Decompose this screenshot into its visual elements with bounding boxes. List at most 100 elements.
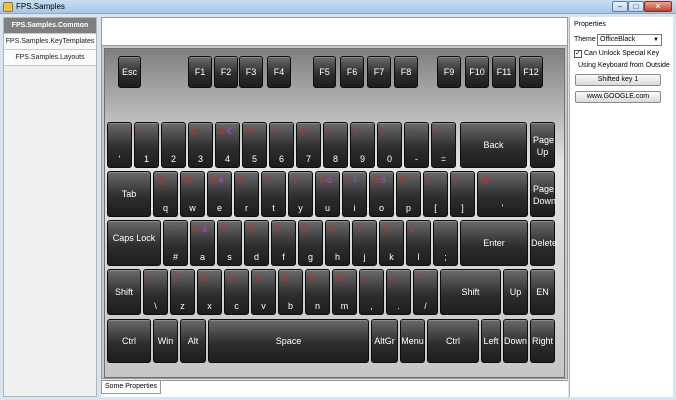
key-win[interactable]: Win xyxy=(153,319,178,363)
key-char[interactable]: Uú u xyxy=(315,171,340,217)
key-char[interactable]: Jj xyxy=(352,220,377,266)
sidebar-item-layouts[interactable]: FPS.Samples.Layouts xyxy=(4,50,96,66)
key-char[interactable]: Ll xyxy=(406,220,431,266)
key-char[interactable]: _ - xyxy=(404,122,429,168)
key-char[interactable]: Tt xyxy=(261,171,286,217)
key-char[interactable]: Nn xyxy=(305,269,330,315)
key-f12[interactable]: F12 xyxy=(519,56,543,88)
close-button[interactable]: ✕ xyxy=(644,1,672,12)
key-char[interactable]: Ww xyxy=(180,171,205,217)
key-char[interactable]: ~ # xyxy=(163,220,188,266)
key-char[interactable]: Ií i xyxy=(342,171,367,217)
key-char[interactable]: Hh xyxy=(325,220,350,266)
key-char[interactable]: + = xyxy=(431,122,456,168)
unlock-special-key-checkbox[interactable]: ✓ xyxy=(574,50,582,58)
key-f1[interactable]: F1 xyxy=(188,56,212,88)
key-f2[interactable]: F2 xyxy=(214,56,238,88)
key-f6[interactable]: F6 xyxy=(340,56,364,88)
key-caps-lock[interactable]: Caps Lock xyxy=(107,220,161,266)
key-back[interactable]: Back xyxy=(460,122,527,168)
maximize-button[interactable]: □ xyxy=(628,1,644,12)
key-page-up[interactable]: Page Up xyxy=(530,122,555,168)
key-ctrl[interactable]: Ctrl xyxy=(107,319,151,363)
key-shift-label: £ xyxy=(192,126,198,136)
key-char[interactable]: <, xyxy=(359,269,384,315)
sidebar-item-common[interactable]: FPS.Samples.Common xyxy=(4,18,96,34)
key-right[interactable]: Right xyxy=(530,319,555,363)
key-f11[interactable]: F11 xyxy=(492,56,516,88)
key-char[interactable]: " ' xyxy=(107,122,132,168)
key-char[interactable]: {[ xyxy=(423,171,448,217)
key-enter[interactable]: Enter xyxy=(460,220,528,266)
shifted-key-button[interactable]: Shifted key 1 xyxy=(575,74,661,86)
window-title: FPS.Samples xyxy=(16,2,65,11)
key-char[interactable]: $ €4 xyxy=(215,122,240,168)
key-alt[interactable]: Alt xyxy=(180,319,206,363)
key-char[interactable]: % 5 xyxy=(242,122,267,168)
key-page-down[interactable]: Page Down xyxy=(530,171,556,217)
google-button[interactable]: www.GOOGLE.com xyxy=(575,91,661,103)
key-char[interactable]: Mm xyxy=(332,269,357,315)
key-char[interactable]: Ff xyxy=(271,220,296,266)
key-char[interactable]: Aá a xyxy=(190,220,215,266)
key-delete[interactable]: Delete xyxy=(530,220,557,266)
key-f10[interactable]: F10 xyxy=(465,56,489,88)
theme-select[interactable]: OfficeBlack ▼ xyxy=(597,34,662,46)
sidebar-item-keytemplates[interactable]: FPS.Samples.KeyTemplates xyxy=(4,34,96,50)
key-en[interactable]: EN xyxy=(530,269,555,315)
key-label: Ctrl xyxy=(122,336,136,346)
key-char[interactable]: Xx xyxy=(197,269,222,315)
key-char[interactable]: Gg xyxy=(298,220,323,266)
key-tab[interactable]: Tab xyxy=(107,171,151,217)
key-esc[interactable]: Esc xyxy=(118,56,141,88)
key-down[interactable]: Down xyxy=(503,319,528,363)
key-char[interactable]: Ss xyxy=(217,220,242,266)
key-char[interactable]: Yy xyxy=(288,171,313,217)
key-char[interactable]: Dd xyxy=(244,220,269,266)
key-char[interactable]: Kk xyxy=(379,220,404,266)
key-f4[interactable]: F4 xyxy=(267,56,291,88)
key-f5[interactable]: F5 xyxy=(313,56,336,88)
key-shift-label: O xyxy=(373,175,381,185)
key-ctrl[interactable]: Ctrl xyxy=(427,319,479,363)
key-char[interactable]: Rr xyxy=(234,171,259,217)
key-char[interactable]: ^ 6 xyxy=(269,122,294,168)
key-char[interactable]: Eé e xyxy=(207,171,232,217)
key-char[interactable]: ! 1 xyxy=(134,122,159,168)
key-char[interactable]: Oó o xyxy=(369,171,394,217)
key-char[interactable]: ) 0 xyxy=(377,122,402,168)
key-char[interactable]: :; xyxy=(433,220,458,266)
key-f8[interactable]: F8 xyxy=(394,56,418,88)
key-space[interactable]: Space xyxy=(208,319,369,363)
key-char[interactable]: ? / xyxy=(413,269,438,315)
minimize-button[interactable]: – xyxy=(612,1,628,12)
key-label: Win xyxy=(157,336,174,346)
key-f9[interactable]: F9 xyxy=(437,56,461,88)
key-up[interactable]: Up xyxy=(503,269,528,315)
key-char[interactable]: @ ' xyxy=(477,171,528,217)
key-f7[interactable]: F7 xyxy=(367,56,391,88)
key-altgr-label: ú xyxy=(327,175,333,185)
key-char[interactable]: }] xyxy=(450,171,475,217)
key-char[interactable]: £3 xyxy=(188,122,213,168)
key-altgr[interactable]: AltGr xyxy=(371,319,398,363)
key-shift[interactable]: Shift xyxy=(440,269,501,315)
key-char[interactable]: " 2 xyxy=(161,122,186,168)
key-left[interactable]: Left xyxy=(481,319,501,363)
key-char[interactable]: >. xyxy=(386,269,411,315)
key-char[interactable]: Cc xyxy=(224,269,249,315)
key-f3[interactable]: F3 xyxy=(239,56,263,88)
key-char[interactable]: | \ xyxy=(143,269,168,315)
key-shift[interactable]: Shift xyxy=(107,269,141,315)
text-output-box[interactable] xyxy=(102,18,567,46)
key-char[interactable]: Vv xyxy=(251,269,276,315)
key-char[interactable]: Zz xyxy=(170,269,195,315)
key-char[interactable]: (9 xyxy=(350,122,375,168)
key-char[interactable]: * 8 xyxy=(323,122,348,168)
key-char[interactable]: Pp xyxy=(396,171,421,217)
key-char[interactable]: Qq xyxy=(153,171,178,217)
key-menu[interactable]: Menu xyxy=(400,319,425,363)
key-char[interactable]: Bb xyxy=(278,269,303,315)
key-char[interactable]: & 7 xyxy=(296,122,321,168)
tab-some-properties[interactable]: Some Properties xyxy=(101,381,162,394)
